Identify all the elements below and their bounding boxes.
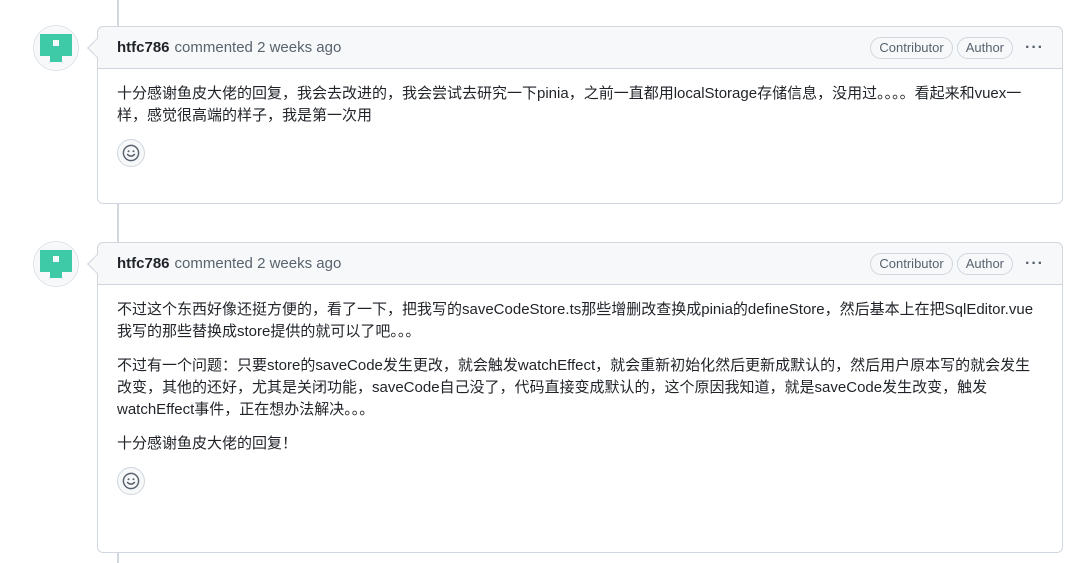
comment-paragraph: 不过这个东西好像还挺方便的，看了一下，把我写的saveCodeStore.ts那… (117, 301, 1034, 340)
timeline-line-middle (117, 204, 119, 242)
comment: htfc786 commented 2 weeks ago Contributo… (97, 242, 1063, 553)
comment-body: 十分感谢鱼皮大佬的回复，我会去改进的，我会尝试去研究一下pinia，之前一直都用… (98, 69, 1062, 167)
more-options-icon[interactable]: ··· (1025, 255, 1044, 273)
comment-author[interactable]: htfc786 (117, 255, 170, 272)
contributor-badge: Contributor (870, 36, 953, 59)
comment-timestamp[interactable]: commented 2 weeks ago (175, 39, 342, 56)
comment-timestamp[interactable]: commented 2 weeks ago (175, 255, 342, 272)
timeline-line-bottom (117, 553, 119, 563)
avatar[interactable] (33, 241, 79, 287)
smiley-icon (122, 144, 140, 162)
more-options-icon[interactable]: ··· (1025, 39, 1044, 57)
author-badge: Author (956, 252, 1014, 275)
comment-header: htfc786 commented 2 weeks ago Contributo… (98, 27, 1062, 69)
contributor-badge: Contributor (870, 252, 953, 275)
add-reaction-button[interactable] (117, 467, 145, 495)
comment-paragraph: 十分感谢鱼皮大佬的回复，我会去改进的，我会尝试去研究一下pinia，之前一直都用… (117, 85, 1022, 124)
avatar[interactable] (33, 25, 79, 71)
comment-body: 不过这个东西好像还挺方便的，看了一下，把我写的saveCodeStore.ts那… (98, 285, 1062, 495)
identicon-avatar-icon (34, 242, 78, 286)
comment-author[interactable]: htfc786 (117, 39, 170, 56)
identicon-avatar-icon (34, 26, 78, 70)
add-reaction-button[interactable] (117, 139, 145, 167)
timeline-line-top (117, 0, 119, 26)
comment-header: htfc786 commented 2 weeks ago Contributo… (98, 243, 1062, 285)
author-badge: Author (956, 36, 1014, 59)
smiley-icon (122, 472, 140, 490)
comment-paragraph: 十分感谢鱼皮大佬的回复！ (117, 435, 298, 452)
comment-paragraph: 不过有一个问题：只要store的saveCode发生更改，就会触发watchEf… (117, 357, 1031, 418)
comment: htfc786 commented 2 weeks ago Contributo… (97, 26, 1063, 204)
